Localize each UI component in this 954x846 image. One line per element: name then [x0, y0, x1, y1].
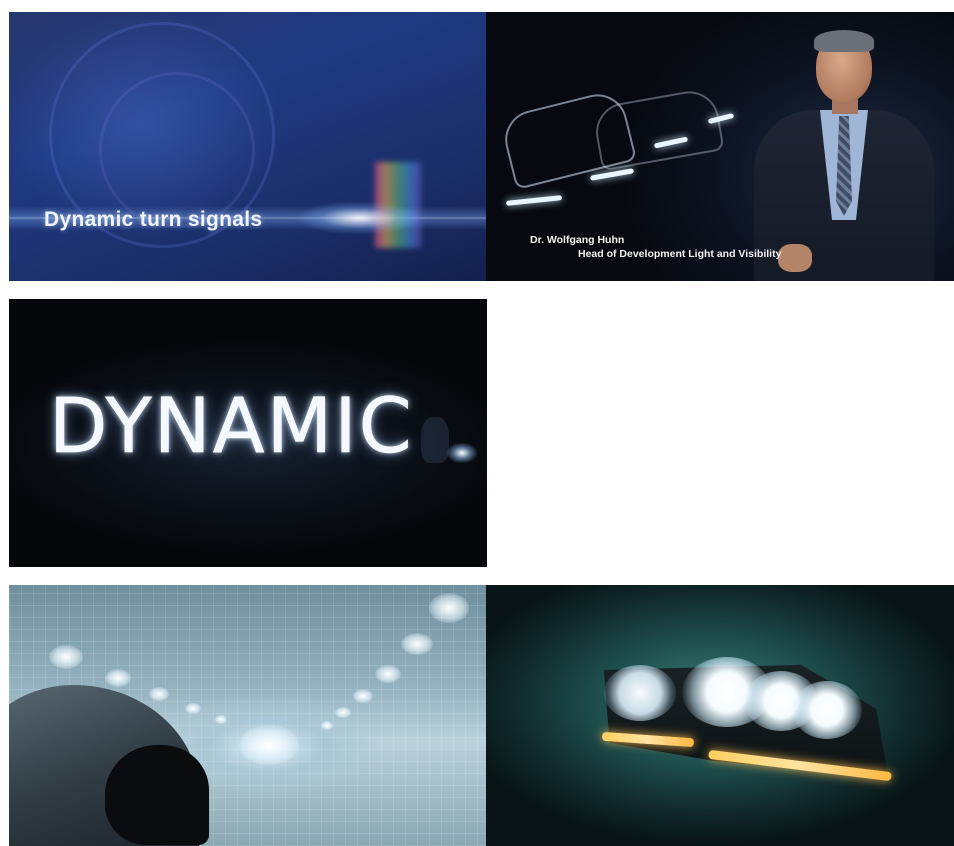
- frame-tunnel: [9, 585, 486, 846]
- light-pen-spark: [447, 443, 477, 463]
- frame-headlight: [486, 585, 954, 846]
- lens-flare-ring: [99, 72, 255, 228]
- hand-silhouette: [421, 417, 449, 463]
- frame-title-card: Dynamic turn signals: [9, 12, 486, 281]
- car-side-mirror: [105, 745, 209, 845]
- headlight-beam: [792, 681, 862, 739]
- lens-flare-core: [299, 202, 419, 234]
- presenter: [754, 30, 934, 281]
- light-written-word: DYNAMIC: [49, 381, 414, 471]
- title-text: Dynamic turn signals: [44, 208, 263, 231]
- frame-presenter: Dr. Wolfgang Huhn Head of Development Li…: [486, 12, 954, 281]
- frame-light-writing: DYNAMIC: [9, 299, 487, 567]
- headlight-light-strip: [589, 168, 635, 181]
- presenter-hand: [778, 244, 812, 272]
- presenter-hair: [814, 30, 874, 52]
- headlight-light-strip: [505, 195, 563, 206]
- caption-name: Dr. Wolfgang Huhn: [530, 234, 625, 246]
- caption-role: Head of Development Light and Visibility: [578, 248, 782, 260]
- headlight-beam: [604, 665, 676, 721]
